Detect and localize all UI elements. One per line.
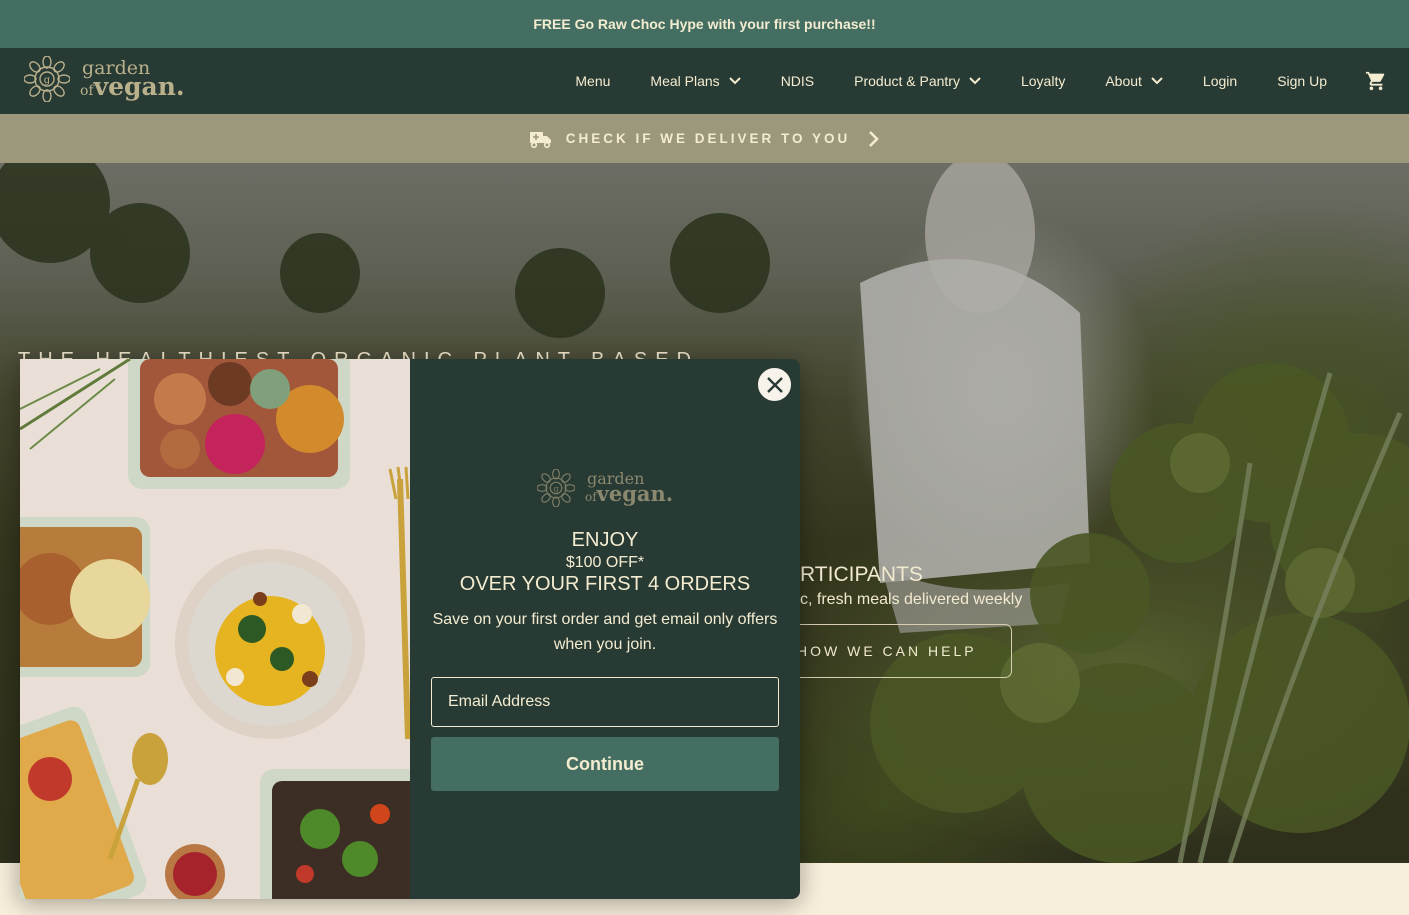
nav-item-meal-plans[interactable]: Meal Plans — [650, 73, 741, 89]
email-field[interactable] — [431, 677, 779, 727]
svg-text:g: g — [553, 483, 559, 493]
nav-item-ndis[interactable]: NDIS — [781, 73, 814, 89]
chevron-right-icon — [869, 130, 880, 147]
logo-mandala-icon: g — [24, 56, 70, 102]
nav-label: Login — [1202, 73, 1238, 89]
main-nav: Menu Meal Plans NDIS Product & Pantry Lo… — [535, 48, 1327, 114]
logo-vegan: vegan. — [596, 481, 674, 506]
delivery-truck-icon — [529, 131, 551, 148]
popup-discount: $100 OFF* — [565, 554, 645, 571]
logo-line-2: ofvegan. — [585, 483, 673, 504]
popup-orders-heading: OVER YOUR FIRST 4 ORDERS — [459, 573, 751, 595]
hero-subheading: c, fresh meals delivered weekly — [800, 591, 1023, 608]
site-logo[interactable]: g garden ofvegan. — [24, 56, 185, 102]
signup-popup: g garden ofvegan. ENJOY $100 OFF* OVER Y… — [20, 359, 800, 899]
popup-logo-wordmark: garden ofvegan. — [585, 471, 673, 504]
nav-item-login[interactable]: Login — [1203, 73, 1237, 89]
popup-enjoy-heading: ENJOY — [571, 529, 639, 551]
close-popup-button[interactable] — [757, 367, 792, 402]
cart-icon[interactable] — [1365, 70, 1387, 92]
nav-label: Product & Pantry — [854, 73, 960, 89]
popup-description: Save on your first order and get email o… — [432, 611, 778, 653]
nav-item-sign-up[interactable]: Sign Up — [1277, 73, 1327, 89]
food-bowls-illustration — [20, 359, 410, 899]
logo-vegan: vegan. — [93, 71, 185, 101]
nav-label: NDIS — [780, 73, 815, 89]
popup-food-image — [20, 359, 410, 899]
site-header: g garden ofvegan. Menu Meal Plans NDIS P… — [0, 48, 1409, 114]
nav-item-about[interactable]: About — [1105, 73, 1163, 89]
continue-button[interactable]: Continue — [431, 737, 779, 791]
chevron-down-icon — [728, 77, 741, 85]
delivery-check-label: CHECK IF WE DELIVER TO YOU — [565, 131, 851, 146]
nav-item-menu[interactable]: Menu — [575, 73, 610, 89]
popup-content: g garden ofvegan. ENJOY $100 OFF* OVER Y… — [410, 359, 800, 899]
logo-of: of — [80, 82, 94, 99]
hero-heading: RTICIPANTS — [800, 563, 923, 586]
close-icon — [766, 376, 783, 393]
nav-item-loyalty[interactable]: Loyalty — [1021, 73, 1065, 89]
logo-mandala-icon: g — [537, 469, 575, 507]
logo-line-2: ofvegan. — [80, 74, 185, 99]
how-we-can-help-button[interactable]: HOW WE CAN HELP — [790, 624, 1012, 678]
hero-button-label: HOW WE CAN HELP — [797, 643, 977, 659]
popup-logo: g garden ofvegan. — [537, 469, 673, 507]
chevron-down-icon — [1151, 77, 1163, 85]
nav-label: Sign Up — [1277, 73, 1327, 89]
nav-label: Loyalty — [1020, 73, 1066, 89]
announcement-bar: FREE Go Raw Choc Hype with your first pu… — [0, 0, 1409, 48]
nav-label: Menu — [575, 73, 611, 89]
nav-label: Meal Plans — [650, 73, 720, 89]
logo-wordmark: garden ofvegan. — [80, 59, 185, 99]
svg-text:g: g — [44, 75, 51, 86]
delivery-check-bar[interactable]: CHECK IF WE DELIVER TO YOU — [0, 114, 1409, 163]
nav-item-product-pantry[interactable]: Product & Pantry — [854, 73, 981, 89]
chevron-down-icon — [969, 77, 981, 85]
nav-label: About — [1105, 73, 1142, 89]
announcement-text: FREE Go Raw Choc Hype with your first pu… — [533, 16, 876, 32]
logo-of: of — [585, 490, 597, 504]
